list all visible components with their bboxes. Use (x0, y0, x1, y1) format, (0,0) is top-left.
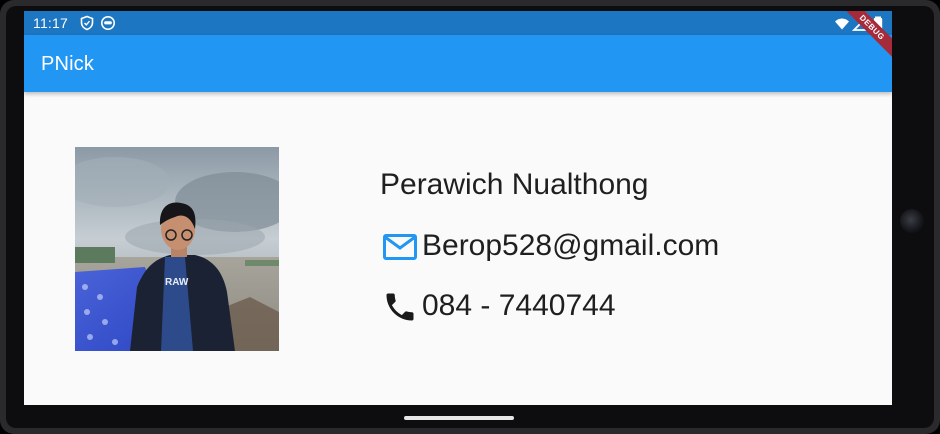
status-time: 11:17 (33, 15, 68, 31)
mail-icon (383, 234, 417, 260)
shield-icon (80, 15, 94, 31)
camera-icon (900, 209, 924, 233)
profile-photo: RAW (75, 147, 279, 351)
email-text: Berop528@gmail.com (422, 229, 720, 262)
profile-name: Perawich Nualthong (380, 168, 649, 201)
face-icon (101, 16, 115, 30)
wifi-icon (835, 18, 849, 30)
phone-icon (386, 293, 414, 321)
app-bar: PNick (24, 35, 892, 92)
svg-text:RAW: RAW (165, 277, 189, 288)
app-title: PNick (41, 53, 94, 75)
home-gesture-handle[interactable] (404, 416, 514, 420)
status-bar: 11:17 (24, 11, 892, 35)
app-screen: 11:17 PNick DEBUG RAW Perawich Nualthong… (24, 11, 892, 405)
phone-text: 084 - 7440744 (422, 289, 616, 322)
